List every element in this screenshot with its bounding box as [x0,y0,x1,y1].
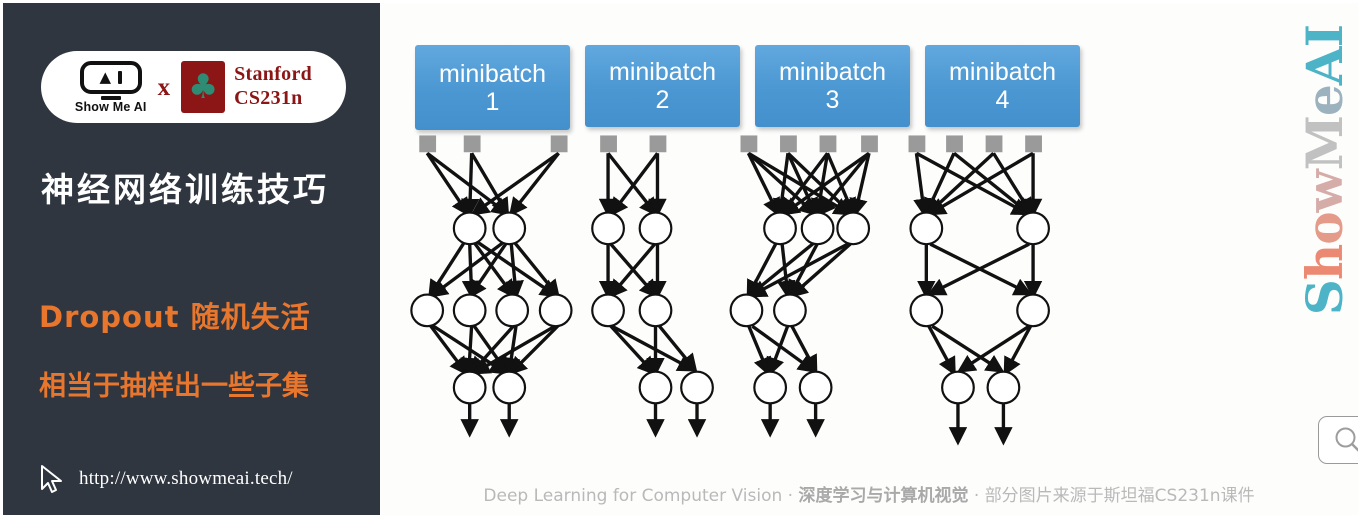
dropout-networks-diagram [410,135,1050,446]
showmeai-wordmark-text: Show Me AI [74,99,147,114]
sidebar: ▲ Show Me AI x ♣ Stanford CS231n 神经网络训练技… [3,3,380,515]
tree-glyph: ♣ [187,67,219,107]
showmeai-wordmark: Show Me AI [75,101,147,114]
stanford-tree-icon: ♣ [181,61,226,113]
footer-dot: · [787,486,794,506]
course-code: CS231n [234,87,303,109]
site-url-row[interactable]: http://www.showmeai.tech/ [37,463,293,495]
main-panel: minibatch 1 minibatch 2 minibatch 3 mini… [380,3,1358,515]
wechat-search-bar[interactable]: 搜索 | 微信 ShowMeAI 研究中心 [1318,416,1358,464]
caret-glyph: ▲ [99,67,112,86]
page-title: 神经网络训练技巧 [41,170,329,209]
site-url-text: http://www.showmeai.tech/ [79,468,293,489]
footer-part-en: Deep Learning for Computer Vision [483,486,783,506]
neuron-units [410,211,1050,405]
cursor-arrow-icon [41,465,62,493]
footer-part-zh: 深度学习与计算机视觉 [798,486,969,506]
showmeai-logo: ▲ Show Me AI [75,60,147,114]
footer-source: 部分图片来源于斯坦福CS231n课件 [984,486,1255,506]
search-icon [1335,427,1358,452]
footer-dot: · [973,486,980,506]
showmeai-mark-icon: ▲ [79,60,142,94]
stanford-course-label: Stanford CS231n [234,63,312,110]
topic-subheading: 相当于抽样出一些子集 [39,371,309,402]
input-units [419,135,1042,153]
footer-caption: Deep Learning for Computer Vision · 深度学习… [380,481,1358,506]
bar-glyph [118,70,123,84]
logo-pill: ▲ Show Me AI x ♣ Stanford CS231n [41,51,346,123]
slide-root: ▲ Show Me AI x ♣ Stanford CS231n 神经网络训练技… [0,0,1361,518]
collab-x-symbol: x [157,73,171,101]
topic-heading: Dropout 随机失活 [39,300,311,334]
stanford-name: Stanford [234,63,313,86]
